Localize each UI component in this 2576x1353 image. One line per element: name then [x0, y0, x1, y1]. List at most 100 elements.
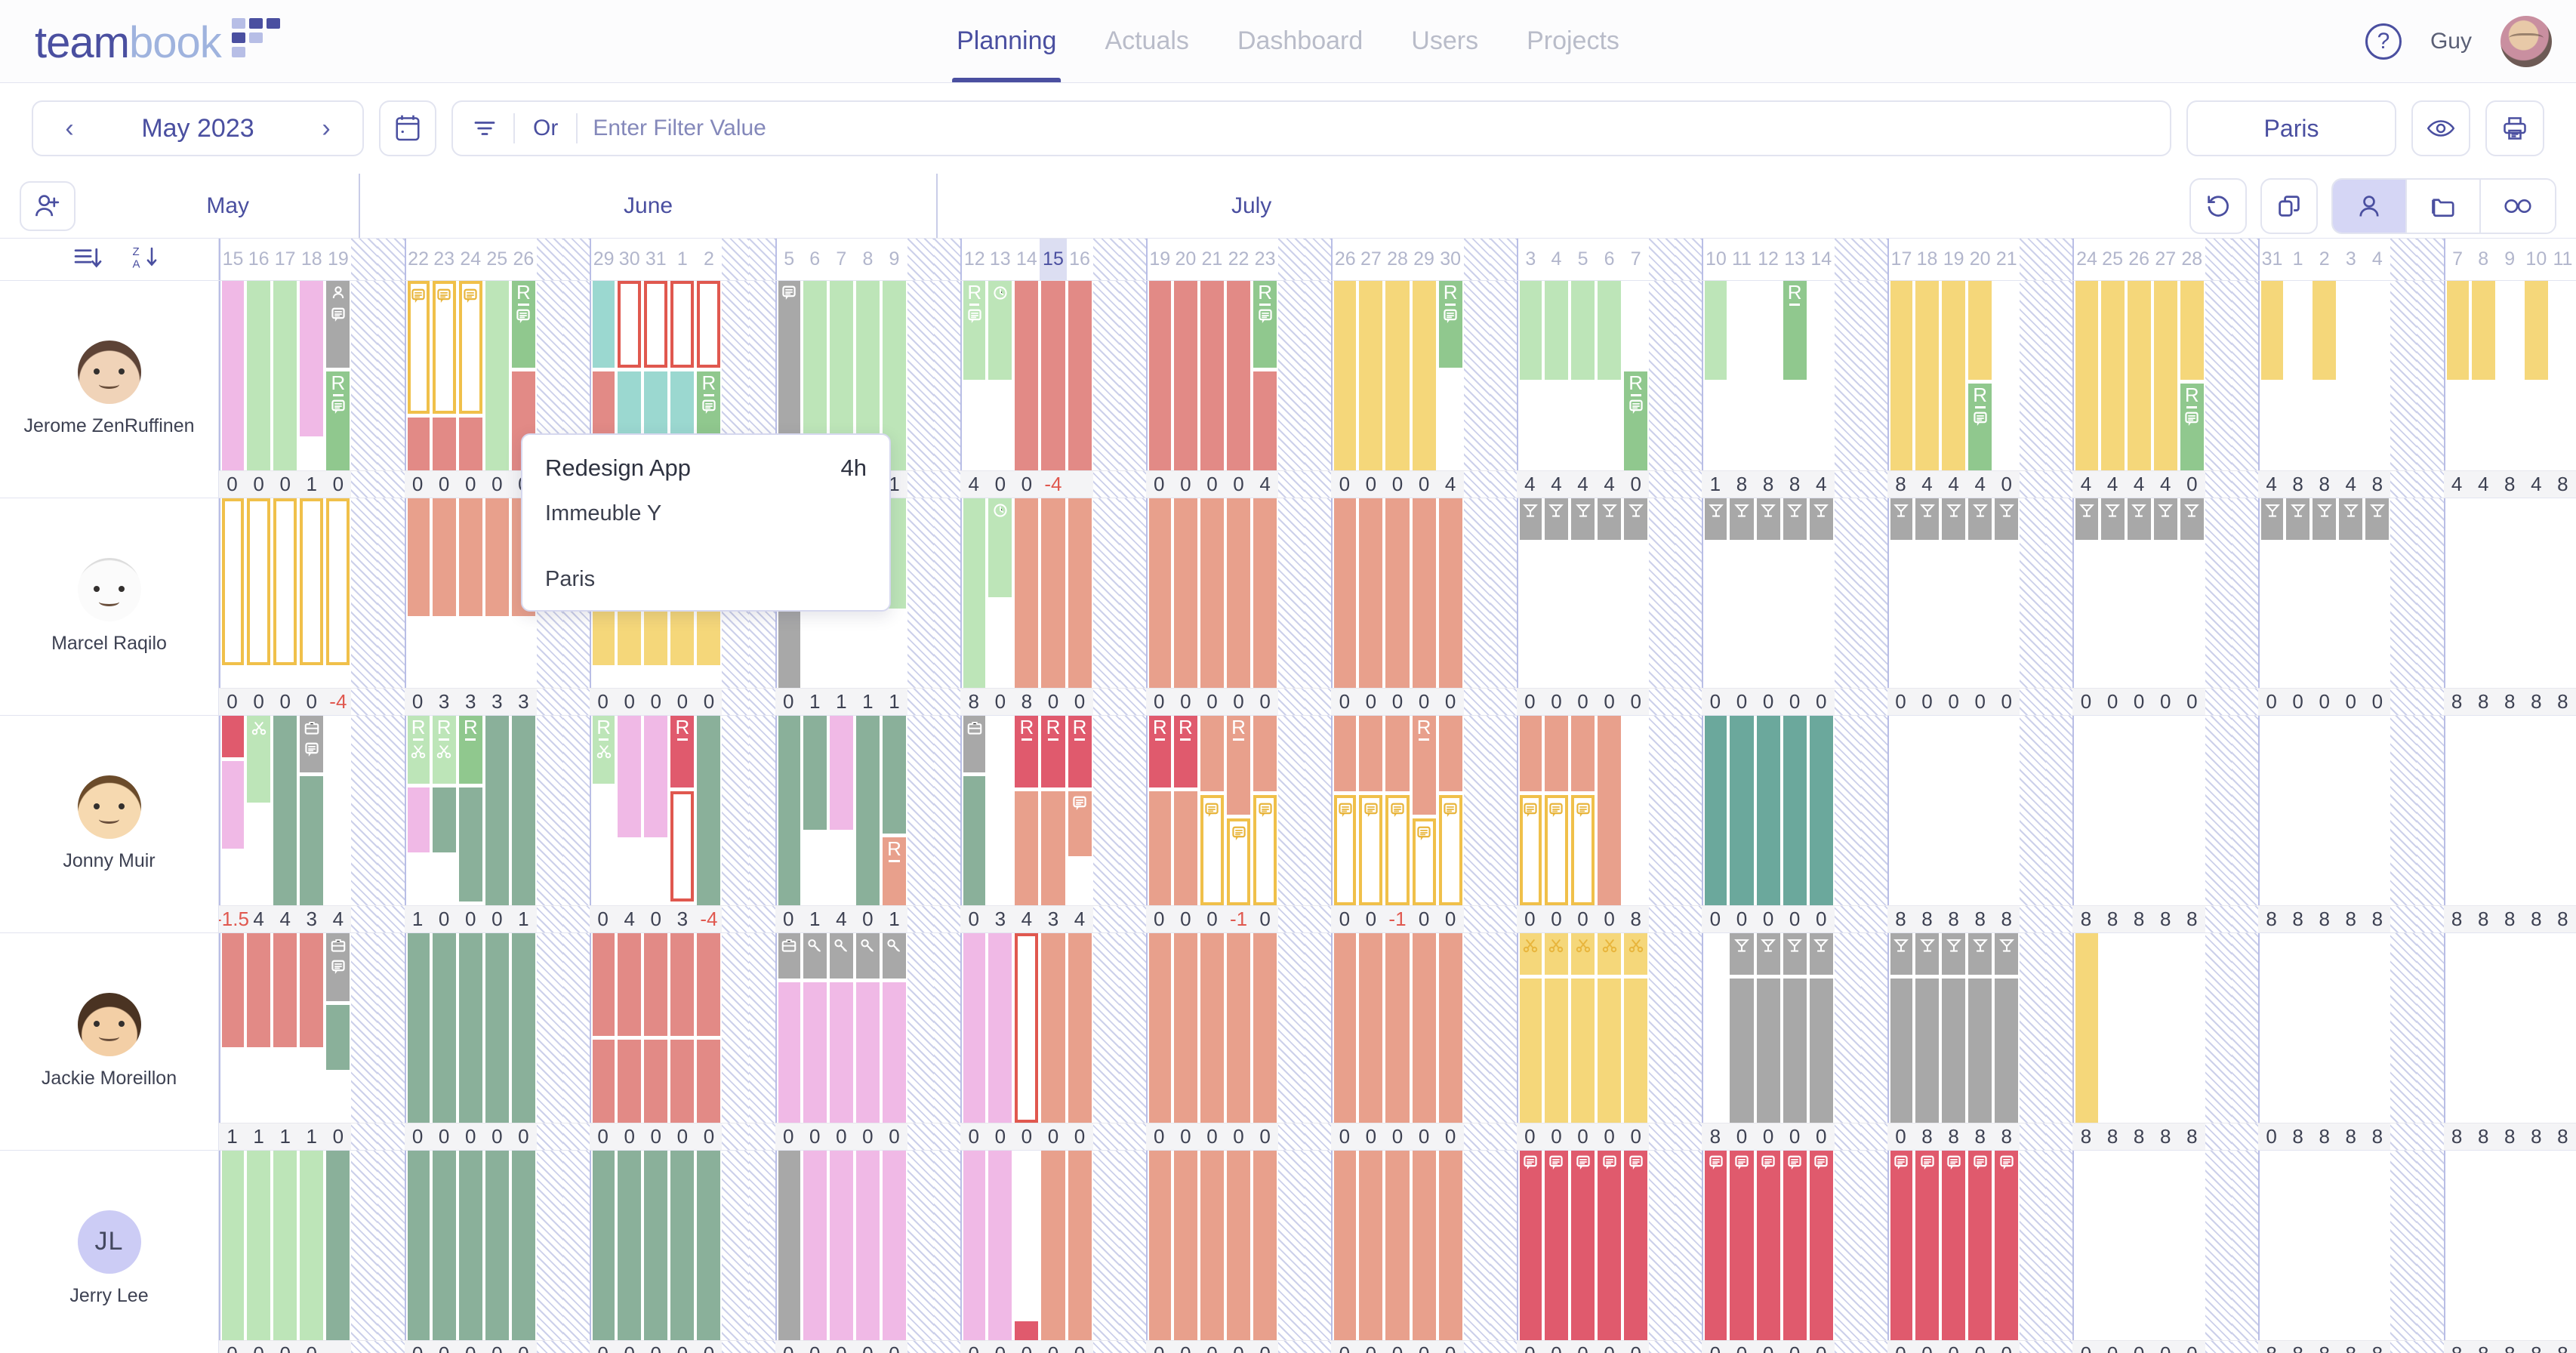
- day-cell[interactable]: [802, 933, 828, 1123]
- assignment-block[interactable]: [2180, 281, 2204, 380]
- day-cell[interactable]: [2152, 716, 2179, 905]
- assignment-block[interactable]: [2153, 281, 2177, 470]
- print-icon[interactable]: [2485, 100, 2544, 156]
- assignment-block[interactable]: [1624, 498, 1648, 541]
- assignment-block[interactable]: [1942, 933, 1966, 975]
- day-cell[interactable]: [219, 498, 245, 688]
- assignment-block[interactable]: [593, 281, 615, 368]
- day-cell[interactable]: [748, 716, 775, 905]
- day-cell[interactable]: [298, 281, 325, 470]
- day-cell[interactable]: [1596, 716, 1622, 905]
- day-cell[interactable]: [1967, 1151, 1993, 1340]
- day-cell[interactable]: [536, 716, 564, 905]
- day-cell[interactable]: [642, 716, 669, 905]
- day-cell[interactable]: [1596, 1151, 1622, 1340]
- day-cell[interactable]: [642, 933, 669, 1123]
- day-header-cell[interactable]: 9: [2497, 239, 2523, 280]
- assignment-block[interactable]: [222, 281, 245, 470]
- day-header-cell[interactable]: 25: [2100, 239, 2126, 280]
- day-cell[interactable]: [245, 933, 272, 1123]
- day-cell[interactable]: [2390, 716, 2417, 905]
- assignment-block[interactable]: [1705, 498, 1727, 541]
- assignment-block[interactable]: [247, 716, 271, 803]
- day-cell[interactable]: [2311, 281, 2337, 470]
- day-cell[interactable]: [2550, 933, 2576, 1123]
- day-cell[interactable]: [2390, 933, 2417, 1123]
- day-cell[interactable]: R: [960, 281, 987, 470]
- assignment-block[interactable]: R: [2180, 383, 2204, 470]
- nav-item-users[interactable]: Users: [1387, 0, 1502, 82]
- assignment-block[interactable]: [829, 1151, 853, 1340]
- day-cell[interactable]: [1914, 498, 1940, 688]
- assignment-block[interactable]: [670, 1039, 695, 1123]
- day-cell[interactable]: [298, 933, 325, 1123]
- day-cell[interactable]: [1622, 498, 1649, 688]
- day-cell[interactable]: [1225, 281, 1252, 470]
- day-cell[interactable]: [722, 1151, 749, 1340]
- assignment-block[interactable]: [273, 1151, 297, 1340]
- day-cell[interactable]: [536, 1151, 564, 1340]
- assignment-block[interactable]: [247, 498, 271, 665]
- day-cell[interactable]: [2550, 281, 2576, 470]
- assignment-block[interactable]: [644, 1039, 668, 1123]
- day-cell[interactable]: [377, 281, 405, 470]
- day-cell[interactable]: [2020, 1151, 2047, 1340]
- day-cell[interactable]: [2523, 933, 2550, 1123]
- assignment-block[interactable]: [1015, 791, 1039, 905]
- day-cell[interactable]: [351, 1151, 378, 1340]
- day-cell[interactable]: [1834, 281, 1861, 470]
- assignment-block[interactable]: [1995, 498, 2019, 541]
- day-cell[interactable]: [404, 933, 431, 1123]
- day-cell[interactable]: [1887, 716, 1914, 905]
- day-cell[interactable]: [1040, 933, 1066, 1123]
- day-cell[interactable]: [1860, 933, 1887, 1123]
- day-cell[interactable]: [1860, 281, 1887, 470]
- assignment-block[interactable]: [2180, 498, 2204, 541]
- assignment-block[interactable]: [2075, 281, 2098, 470]
- day-cell[interactable]: [695, 1151, 722, 1340]
- day-cell[interactable]: [2417, 281, 2444, 470]
- day-cell[interactable]: [510, 933, 537, 1123]
- assignment-block[interactable]: [1359, 716, 1383, 792]
- assignment-block[interactable]: [1359, 281, 1383, 470]
- assignment-block[interactable]: [432, 417, 456, 470]
- day-header-cell[interactable]: 30: [1437, 239, 1464, 280]
- day-cell[interactable]: [1782, 498, 1808, 688]
- day-cell[interactable]: [2046, 933, 2073, 1123]
- assignment-block[interactable]: [644, 281, 668, 368]
- assignment-block[interactable]: [1334, 933, 1357, 1123]
- day-cell[interactable]: [1490, 716, 1517, 905]
- day-cell[interactable]: [2285, 716, 2311, 905]
- day-cell[interactable]: [1331, 716, 1357, 905]
- person-cell[interactable]: Marcel Raqilo: [0, 498, 218, 716]
- day-cell[interactable]: R: [1252, 281, 1278, 470]
- assignment-block[interactable]: R: [593, 716, 615, 784]
- current-period-label[interactable]: May 2023: [141, 114, 254, 143]
- assignment-block[interactable]: [1915, 498, 1940, 541]
- assignment-block[interactable]: [1041, 1151, 1065, 1340]
- day-cell[interactable]: [1649, 716, 1676, 905]
- day-cell[interactable]: [1092, 281, 1120, 470]
- next-period-button[interactable]: ›: [311, 114, 341, 143]
- day-header-cell[interactable]: 23: [431, 239, 458, 280]
- assignment-block[interactable]: [407, 933, 430, 1123]
- day-cell[interactable]: [1675, 1151, 1702, 1340]
- assignment-block[interactable]: [485, 1151, 509, 1340]
- day-cell[interactable]: [934, 1151, 961, 1340]
- day-cell[interactable]: [1357, 498, 1384, 688]
- day-cell[interactable]: [2470, 716, 2497, 905]
- assignment-block[interactable]: [326, 1005, 350, 1070]
- assignment-block[interactable]: R: [670, 716, 695, 788]
- day-cell[interactable]: [1145, 498, 1172, 688]
- day-cell[interactable]: [1755, 498, 1782, 688]
- day-header-cell[interactable]: [2231, 239, 2259, 280]
- day-cell[interactable]: [2550, 1151, 2576, 1340]
- day-cell[interactable]: [1516, 498, 1543, 688]
- day-cell[interactable]: [695, 716, 722, 905]
- day-cell[interactable]: [563, 716, 590, 905]
- day-cell[interactable]: [1702, 933, 1728, 1123]
- assignment-block[interactable]: R: [1068, 716, 1092, 788]
- day-cell[interactable]: [1702, 281, 1728, 470]
- assignment-block[interactable]: [670, 791, 695, 901]
- assignment-block[interactable]: [1253, 795, 1277, 905]
